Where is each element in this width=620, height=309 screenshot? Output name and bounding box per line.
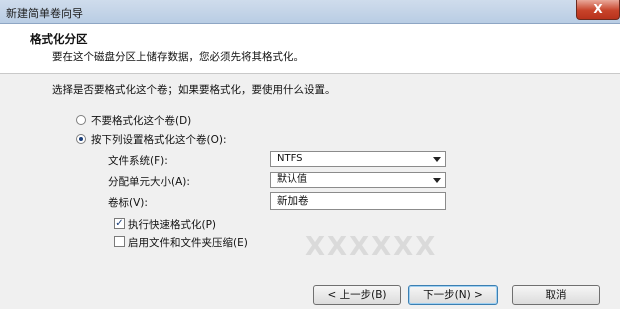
alloc-unit-select[interactable]: 默认值 xyxy=(270,172,446,188)
quick-format-checkbox[interactable]: ✓ xyxy=(114,218,125,229)
next-button[interactable]: 下一步(N) > xyxy=(408,285,498,305)
volume-label-value: 新加卷 xyxy=(277,195,309,207)
close-button[interactable]: X xyxy=(576,0,620,20)
compression-checkbox[interactable] xyxy=(114,236,125,247)
radio-format[interactable] xyxy=(76,134,86,144)
wizard-header: 格式化分区 要在这个磁盘分区上储存数据，您必须先将其格式化。 xyxy=(0,24,620,74)
volume-label-label: 卷标(V): xyxy=(108,197,148,209)
watermark: XXXXXX xyxy=(305,232,438,262)
radio-format-label[interactable]: 按下列设置格式化这个卷(O): xyxy=(91,132,227,147)
chevron-down-icon xyxy=(433,178,441,183)
alloc-unit-value: 默认值 xyxy=(277,174,307,185)
radio-no-format[interactable] xyxy=(76,115,86,125)
page-subtitle: 要在这个磁盘分区上储存数据，您必须先将其格式化。 xyxy=(52,51,304,63)
quick-format-label[interactable]: 执行快速格式化(P) xyxy=(128,217,216,232)
close-icon: X xyxy=(593,2,603,16)
alloc-unit-label: 分配单元大小(A): xyxy=(108,176,190,188)
filesystem-value: NTFS xyxy=(277,153,303,164)
instruction-text: 选择是否要格式化这个卷；如果要格式化，要使用什么设置。 xyxy=(52,84,336,96)
compression-label[interactable]: 启用文件和文件夹压缩(E) xyxy=(128,235,248,250)
filesystem-label: 文件系统(F): xyxy=(108,155,168,167)
radio-no-format-label[interactable]: 不要格式化这个卷(D) xyxy=(91,113,191,128)
volume-label-input[interactable]: 新加卷 xyxy=(270,192,446,210)
window-title: 新建简单卷向导 xyxy=(6,7,83,20)
title-bar: 新建简单卷向导 X xyxy=(0,0,620,24)
back-button[interactable]: < 上一步(B) xyxy=(313,285,401,305)
chevron-down-icon xyxy=(433,157,441,162)
page-title: 格式化分区 xyxy=(30,32,88,46)
filesystem-select[interactable]: NTFS xyxy=(270,151,446,167)
cancel-button[interactable]: 取消 xyxy=(512,285,600,305)
